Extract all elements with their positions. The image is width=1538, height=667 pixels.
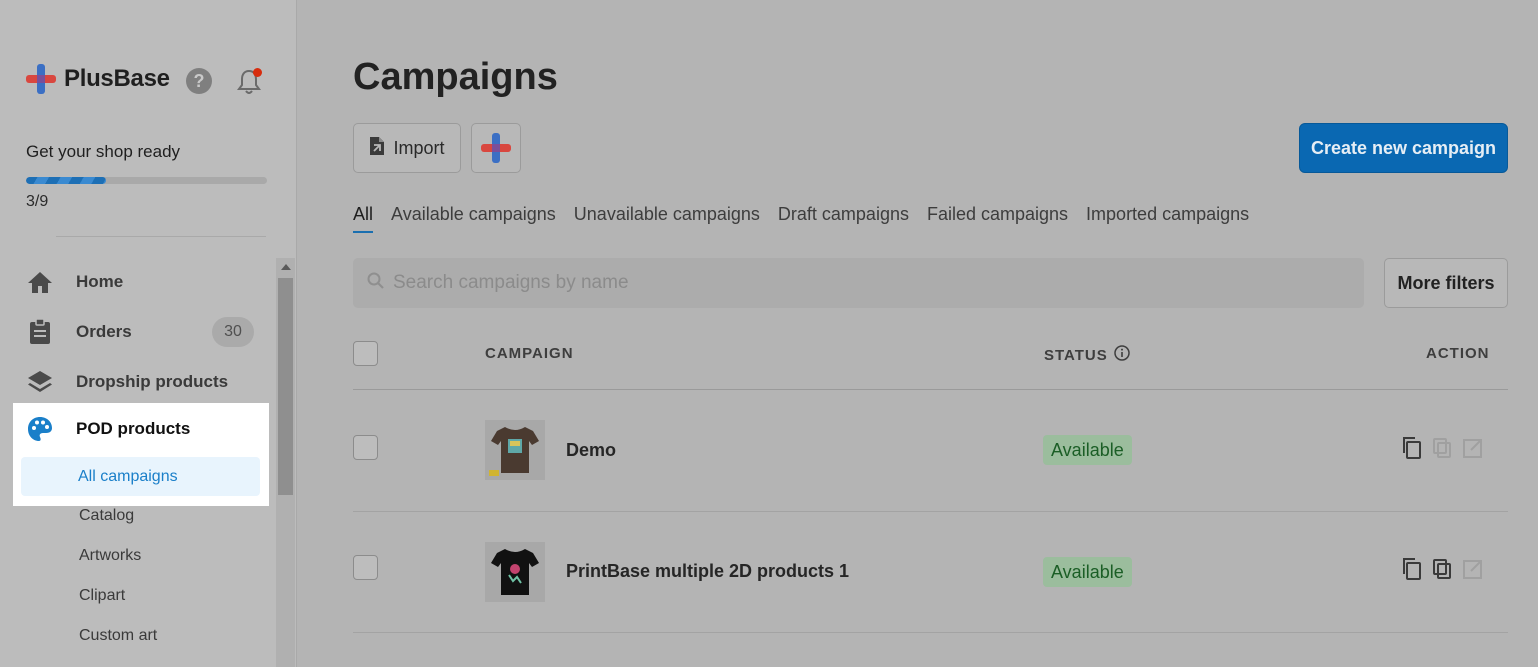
campaign-thumbnail[interactable] xyxy=(485,542,545,602)
column-header-campaign: CAMPAIGN xyxy=(485,345,574,362)
row-divider xyxy=(353,511,1508,512)
sidebar-item-label: Home xyxy=(76,272,124,291)
file-import-icon xyxy=(369,136,385,161)
sidebar-subitem-artworks[interactable]: Artworks xyxy=(79,547,141,565)
duplicate-icon[interactable] xyxy=(1431,557,1453,581)
plusbase-logo-icon xyxy=(26,64,56,94)
plusbase-action-button[interactable] xyxy=(471,123,521,173)
pod-products-section: POD products All campaigns xyxy=(13,403,269,506)
tab-draft-campaigns[interactable]: Draft campaigns xyxy=(778,204,909,233)
setup-progress-label: 3/9 xyxy=(26,193,49,210)
select-all-checkbox[interactable] xyxy=(353,341,378,366)
status-badge: Available xyxy=(1043,557,1132,587)
clipboard-icon xyxy=(26,318,54,346)
sidebar-divider xyxy=(56,236,266,237)
sidebar-item-home[interactable]: Home xyxy=(26,266,266,298)
sidebar-item-label: Orders xyxy=(76,322,132,341)
campaign-tabs: All Available campaigns Unavailable camp… xyxy=(353,204,1267,233)
tab-failed-campaigns[interactable]: Failed campaigns xyxy=(927,204,1068,233)
home-icon xyxy=(26,268,54,296)
duplicate-icon xyxy=(1431,436,1453,460)
setup-progress-fill xyxy=(26,177,106,184)
campaign-name[interactable]: Demo xyxy=(566,440,616,461)
setup-progress-bar xyxy=(26,177,267,184)
tab-available-campaigns[interactable]: Available campaigns xyxy=(391,204,556,233)
sidebar-item-pod-products[interactable]: POD products xyxy=(26,415,190,443)
row-checkbox[interactable] xyxy=(353,555,378,580)
search-icon xyxy=(367,272,385,295)
black-tshirt-icon xyxy=(491,549,539,595)
copy-icon[interactable] xyxy=(1401,557,1423,581)
sidebar-subitem-label: All campaigns xyxy=(78,468,178,485)
table-header-divider xyxy=(353,389,1508,390)
tab-imported-campaigns[interactable]: Imported campaigns xyxy=(1086,204,1249,233)
column-header-status: STATUS xyxy=(1044,345,1130,365)
sidebar-subitem-catalog[interactable]: Catalog xyxy=(79,507,134,525)
page-title: Campaigns xyxy=(353,56,558,98)
more-filters-button[interactable]: More filters xyxy=(1384,258,1508,308)
status-badge: Available xyxy=(1043,435,1132,465)
external-link-icon xyxy=(1462,436,1484,460)
notification-bell-icon[interactable] xyxy=(236,68,262,96)
orders-count-badge: 30 xyxy=(212,317,254,347)
brand-logo[interactable]: PlusBase xyxy=(26,64,170,94)
sidebar-subitem-all-campaigns[interactable]: All campaigns xyxy=(21,457,260,496)
sidebar-subitem-custom-art[interactable]: Custom art xyxy=(79,627,157,645)
search-input[interactable]: Search campaigns by name xyxy=(353,258,1364,308)
brand-name: PlusBase xyxy=(64,65,170,92)
row-divider xyxy=(353,632,1508,633)
tab-all[interactable]: All xyxy=(353,204,374,233)
sidebar-item-orders[interactable]: Orders 30 xyxy=(26,316,266,348)
sidebar-item-dropship-products[interactable]: Dropship products xyxy=(26,366,266,398)
import-button[interactable]: Import xyxy=(353,123,461,173)
shop-ready-label: Get your shop ready xyxy=(26,142,181,161)
copy-icon[interactable] xyxy=(1401,436,1423,460)
row-checkbox[interactable] xyxy=(353,435,378,460)
search-placeholder: Search campaigns by name xyxy=(393,272,629,293)
notification-dot xyxy=(253,68,262,77)
scrollbar-thumb[interactable] xyxy=(278,278,293,495)
info-icon[interactable] xyxy=(1114,345,1130,365)
help-icon[interactable]: ? xyxy=(186,68,212,94)
create-new-campaign-button[interactable]: Create new campaign xyxy=(1299,123,1508,173)
palette-icon xyxy=(26,415,54,443)
sidebar: PlusBase ? Get your shop ready 3/9 Home … xyxy=(0,0,297,667)
layers-icon xyxy=(26,368,54,396)
sidebar-subitem-clipart[interactable]: Clipart xyxy=(79,587,125,605)
external-link-icon xyxy=(1462,557,1484,581)
column-header-status-label: STATUS xyxy=(1044,346,1108,364)
sidebar-item-label: Dropship products xyxy=(76,372,229,391)
sidebar-scrollbar[interactable] xyxy=(276,258,295,667)
scroll-up-arrow-icon[interactable] xyxy=(281,264,291,270)
campaign-name[interactable]: PrintBase multiple 2D products 1 xyxy=(566,561,849,582)
column-header-action: ACTION xyxy=(1426,345,1490,362)
plusbase-logo-icon xyxy=(481,133,511,163)
brown-tshirt-icon xyxy=(489,427,539,476)
tab-unavailable-campaigns[interactable]: Unavailable campaigns xyxy=(574,204,760,233)
sidebar-item-label: POD products xyxy=(76,419,191,438)
import-button-label: Import xyxy=(393,137,445,158)
campaign-thumbnail[interactable] xyxy=(485,420,545,480)
